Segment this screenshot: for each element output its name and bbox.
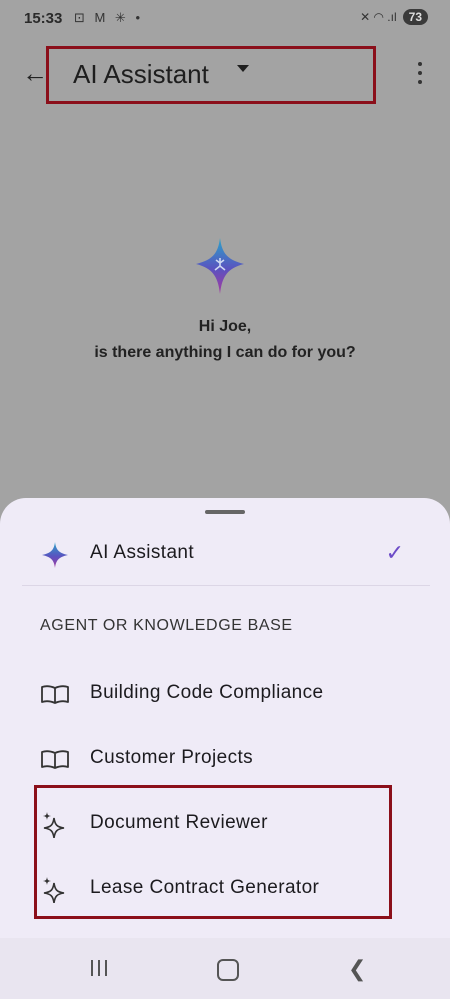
option-customer-projects[interactable]: Customer Projects [0, 731, 450, 787]
status-right: ✕ ◠ .ıl 73 [360, 9, 428, 25]
nav-back-icon[interactable]: ❮ [348, 956, 366, 982]
ai-star-icon [42, 542, 68, 568]
assistant-selector[interactable]: AI Assistant [46, 46, 376, 104]
greeting-line-2: is there anything I can do for you? [94, 344, 356, 361]
option-label: Customer Projects [90, 747, 254, 768]
status-time: 15:33 [24, 10, 63, 27]
app-bar: ← AI Assistant [0, 44, 450, 108]
system-nav-bar: ❮ [0, 938, 450, 999]
option-building-code-compliance[interactable]: Building Code Compliance [0, 666, 450, 722]
assistant-bottom-sheet: AI Assistant ✓ AGENT OR KNOWLEDGE BASE B… [0, 498, 450, 938]
back-arrow-icon[interactable]: ← [22, 58, 48, 89]
check-icon: ✓ [385, 540, 404, 565]
highlight-annotation [34, 785, 392, 919]
book-icon [41, 685, 69, 704]
divider [22, 585, 430, 586]
section-header: AGENT OR KNOWLEDGE BASE [40, 617, 293, 634]
home-icon[interactable] [217, 959, 239, 981]
battery-badge: 73 [402, 9, 428, 25]
signal-icon: ✕ ◠ .ıl [360, 10, 397, 24]
status-notification-icons: ⊡ M ✳ • [74, 10, 144, 25]
ai-star-logo-icon [196, 238, 244, 294]
page-title: AI Assistant [73, 59, 209, 89]
drag-handle[interactable] [205, 510, 245, 514]
book-icon [41, 750, 69, 769]
more-vert-icon[interactable] [418, 62, 424, 89]
status-bar: 15:33 ⊡ M ✳ • ✕ ◠ .ıl 73 [0, 0, 450, 40]
dropdown-arrow-icon [237, 65, 249, 72]
option-ai-assistant[interactable]: AI Assistant ✓ [0, 526, 450, 582]
greeting-line-1: Hi Joe, [198, 318, 252, 335]
option-label: Building Code Compliance [90, 682, 324, 703]
option-label: AI Assistant [90, 542, 195, 563]
recent-apps-icon[interactable] [91, 960, 112, 981]
